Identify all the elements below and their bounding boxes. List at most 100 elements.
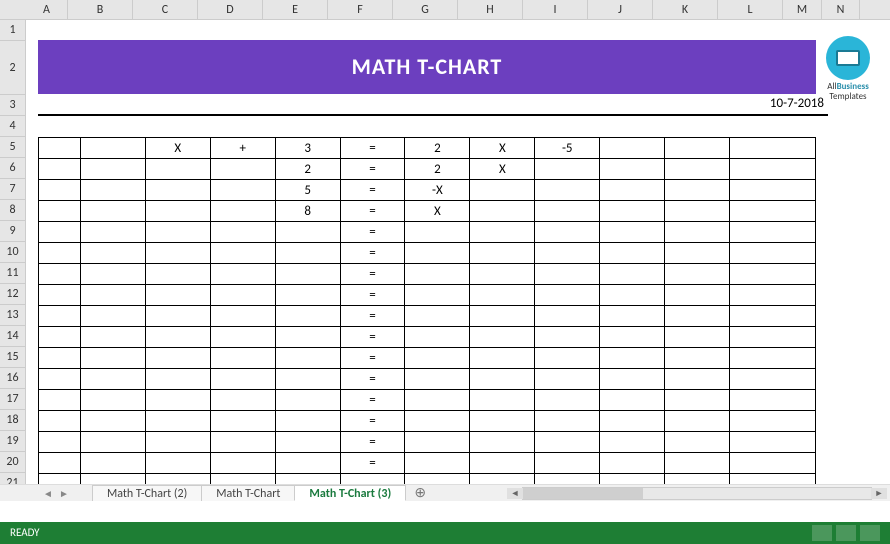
cell-r10-c9[interactable]	[600, 243, 665, 264]
cell-r14-c5[interactable]: =	[340, 327, 405, 348]
cell-r14-c8[interactable]	[535, 327, 600, 348]
cell-r18-c7[interactable]	[470, 411, 535, 432]
cell-r7-c8[interactable]	[535, 180, 600, 201]
cell-r5-c10[interactable]	[665, 138, 730, 159]
cell-r20-c5[interactable]: =	[340, 453, 405, 474]
cell-r16-c3[interactable]	[210, 369, 275, 390]
cell-r6-c4[interactable]: 2	[275, 159, 340, 180]
cell-r14-c10[interactable]	[665, 327, 730, 348]
cell-r14-c2[interactable]	[145, 327, 210, 348]
row-header-19[interactable]: 19	[0, 431, 26, 452]
column-header-A[interactable]: A	[26, 0, 68, 19]
column-header-L[interactable]: L	[718, 0, 783, 19]
cell-r19-c4[interactable]	[275, 432, 340, 453]
cell-r12-c9[interactable]	[600, 285, 665, 306]
cell-r15-c4[interactable]	[275, 348, 340, 369]
cell-r15-c0[interactable]	[39, 348, 81, 369]
cell-r6-c5[interactable]: =	[340, 159, 405, 180]
cell-r20-c9[interactable]	[600, 453, 665, 474]
row-header-9[interactable]: 9	[0, 221, 26, 242]
sheet-tab[interactable]: Math T-Chart (3)	[294, 485, 406, 501]
cell-r10-c11[interactable]	[730, 243, 816, 264]
sheet-tab[interactable]: Math T-Chart (2)	[92, 485, 202, 501]
new-sheet-button[interactable]: ⊕	[405, 485, 435, 501]
column-header-I[interactable]: I	[523, 0, 588, 19]
cell-r11-c5[interactable]: =	[340, 264, 405, 285]
cell-r19-c10[interactable]	[665, 432, 730, 453]
cell-r17-c5[interactable]: =	[340, 390, 405, 411]
cell-r13-c8[interactable]	[535, 306, 600, 327]
scroll-right-arrow[interactable]: ►	[871, 488, 887, 499]
cell-r8-c5[interactable]: =	[340, 201, 405, 222]
cell-r12-c0[interactable]	[39, 285, 81, 306]
cell-r12-c7[interactable]	[470, 285, 535, 306]
cell-r19-c0[interactable]	[39, 432, 81, 453]
cell-r13-c10[interactable]	[665, 306, 730, 327]
cell-r17-c6[interactable]	[405, 390, 470, 411]
cell-r12-c8[interactable]	[535, 285, 600, 306]
cell-r16-c6[interactable]	[405, 369, 470, 390]
cell-r7-c2[interactable]	[145, 180, 210, 201]
cell-r16-c8[interactable]	[535, 369, 600, 390]
cell-r5-c1[interactable]	[80, 138, 145, 159]
cell-r20-c10[interactable]	[665, 453, 730, 474]
cell-r6-c11[interactable]	[730, 159, 816, 180]
cell-r16-c2[interactable]	[145, 369, 210, 390]
cell-r10-c10[interactable]	[665, 243, 730, 264]
cell-r6-c7[interactable]: X	[470, 159, 535, 180]
cell-r11-c10[interactable]	[665, 264, 730, 285]
cell-r5-c5[interactable]: =	[340, 138, 405, 159]
cell-r5-c9[interactable]	[600, 138, 665, 159]
cell-r18-c4[interactable]	[275, 411, 340, 432]
cell-r12-c6[interactable]	[405, 285, 470, 306]
cell-r19-c7[interactable]	[470, 432, 535, 453]
cell-r10-c0[interactable]	[39, 243, 81, 264]
cell-r20-c7[interactable]	[470, 453, 535, 474]
sheet-tab[interactable]: Math T-Chart	[201, 485, 295, 501]
column-header-C[interactable]: C	[133, 0, 198, 19]
cell-r5-c4[interactable]: 3	[275, 138, 340, 159]
cell-r20-c11[interactable]	[730, 453, 816, 474]
cell-r15-c11[interactable]	[730, 348, 816, 369]
cell-r8-c7[interactable]	[470, 201, 535, 222]
row-header-2[interactable]: 2	[0, 41, 26, 95]
cell-r16-c0[interactable]	[39, 369, 81, 390]
cell-r7-c6[interactable]: -X	[405, 180, 470, 201]
cell-r17-c0[interactable]	[39, 390, 81, 411]
cell-r17-c1[interactable]	[80, 390, 145, 411]
cell-r20-c1[interactable]	[80, 453, 145, 474]
cell-r5-c7[interactable]: X	[470, 138, 535, 159]
cell-r13-c9[interactable]	[600, 306, 665, 327]
cell-r19-c5[interactable]: =	[340, 432, 405, 453]
cell-r10-c4[interactable]	[275, 243, 340, 264]
cell-r13-c11[interactable]	[730, 306, 816, 327]
cell-r19-c9[interactable]	[600, 432, 665, 453]
cell-r6-c0[interactable]	[39, 159, 81, 180]
cell-r17-c8[interactable]	[535, 390, 600, 411]
cell-r9-c1[interactable]	[80, 222, 145, 243]
cell-r14-c6[interactable]	[405, 327, 470, 348]
cell-r18-c9[interactable]	[600, 411, 665, 432]
cell-r17-c11[interactable]	[730, 390, 816, 411]
cell-r10-c6[interactable]	[405, 243, 470, 264]
cell-r15-c2[interactable]	[145, 348, 210, 369]
column-header-N[interactable]: N	[822, 0, 860, 19]
row-header-13[interactable]: 13	[0, 305, 26, 326]
cell-r11-c8[interactable]	[535, 264, 600, 285]
horizontal-scrollbar[interactable]: ◄ ►	[522, 487, 872, 500]
column-header-M[interactable]: M	[783, 0, 822, 19]
row-header-18[interactable]: 18	[0, 410, 26, 431]
cell-r5-c8[interactable]: -5	[535, 138, 600, 159]
row-header-1[interactable]: 1	[0, 20, 26, 41]
cell-r10-c8[interactable]	[535, 243, 600, 264]
cell-r15-c3[interactable]	[210, 348, 275, 369]
cell-r8-c11[interactable]	[730, 201, 816, 222]
cell-r18-c2[interactable]	[145, 411, 210, 432]
cell-r19-c1[interactable]	[80, 432, 145, 453]
column-header-F[interactable]: F	[328, 0, 393, 19]
cell-r14-c7[interactable]	[470, 327, 535, 348]
cell-r15-c6[interactable]	[405, 348, 470, 369]
row-header-15[interactable]: 15	[0, 347, 26, 368]
cell-r9-c8[interactable]	[535, 222, 600, 243]
tab-nav-prev[interactable]: ◄	[40, 485, 56, 501]
